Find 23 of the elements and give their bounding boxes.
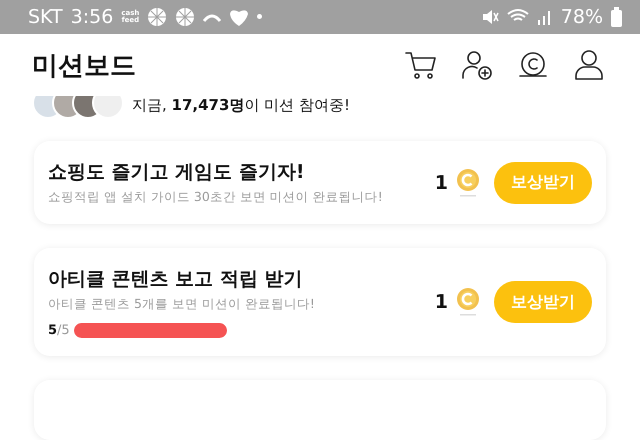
profile-icon[interactable] [572, 48, 606, 82]
heart-icon [229, 8, 250, 26]
progress-count: 5/5 [48, 323, 70, 338]
dot-icon [257, 14, 262, 20]
page-title: 미션보드 [32, 50, 137, 83]
mission-title: 아티클 콘텐츠 보고 적립 받기 [48, 267, 304, 292]
claim-reward-button[interactable]: 보상받기 [494, 162, 592, 204]
coin-icon [456, 168, 480, 198]
reward-amount: 1 [434, 172, 448, 194]
carrier-text: SKT [28, 6, 63, 28]
mission-description: 쇼핑적립 앱 설치 가이드 30초간 보면 미션이 완료됩니다! [48, 189, 384, 206]
clock-text: 3:56 [70, 6, 114, 28]
pinwheel-icon [175, 6, 196, 27]
battery-text: 78% [560, 6, 603, 28]
reward-amount: 1 [434, 291, 448, 314]
participants-text: 지금, 17,473명이 미션 참여중! [132, 96, 350, 116]
claim-reward-button[interactable]: 보상받기 [494, 281, 592, 324]
mission-description: 아티클 콘텐츠 5개를 보면 미션이 완료됩니다! [48, 296, 316, 314]
coin-icon [456, 287, 480, 318]
pinwheel-icon [147, 6, 168, 27]
battery-icon [611, 6, 622, 27]
mission-title: 쇼핑도 즐기고 게임도 즐기자! [48, 160, 306, 186]
add-friend-icon[interactable] [460, 48, 494, 82]
